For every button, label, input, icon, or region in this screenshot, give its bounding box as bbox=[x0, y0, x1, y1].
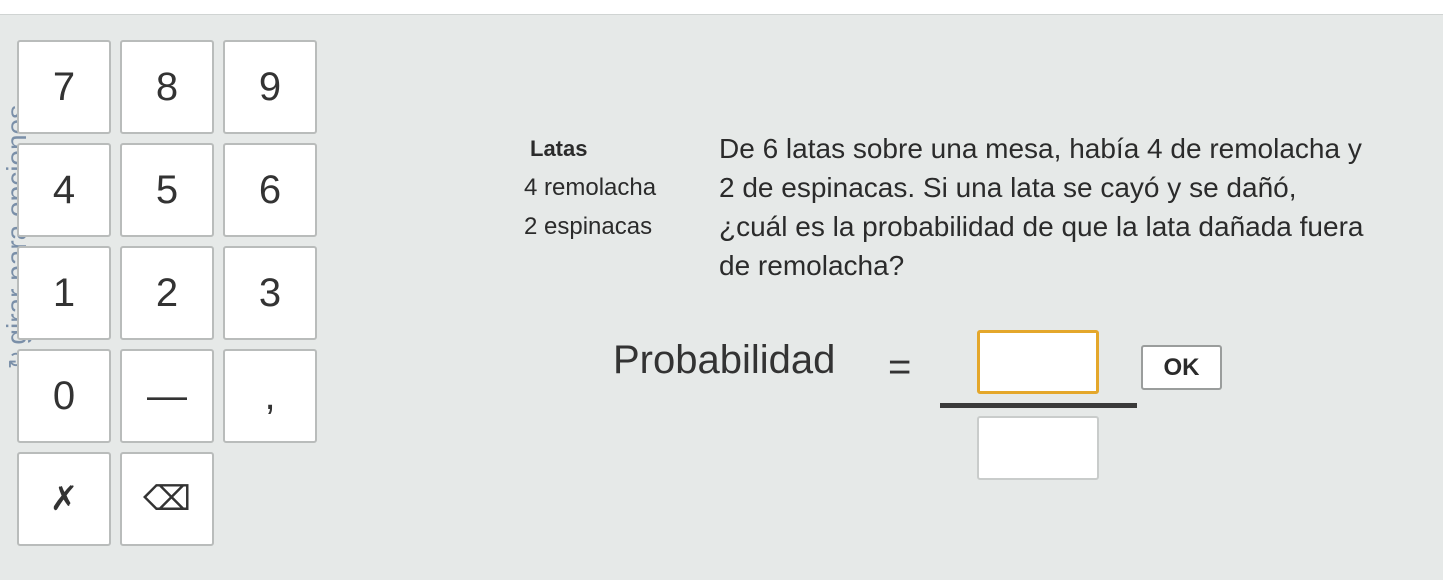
key-3[interactable]: 3 bbox=[223, 246, 317, 340]
main-panel: ↻ girar para opciones 7 8 9 4 5 6 1 2 3 … bbox=[0, 14, 1443, 580]
equals-sign: = bbox=[888, 345, 912, 389]
data-table: Latas 4 remolacha 2 espinacas bbox=[524, 129, 656, 246]
key-6[interactable]: 6 bbox=[223, 143, 317, 237]
key-2[interactable]: 2 bbox=[120, 246, 214, 340]
key-7[interactable]: 7 bbox=[17, 40, 111, 134]
table-row: 4 remolacha bbox=[524, 174, 657, 201]
key-1[interactable]: 1 bbox=[17, 246, 111, 340]
key-4[interactable]: 4 bbox=[17, 143, 111, 237]
denominator-input[interactable] bbox=[977, 416, 1099, 480]
ok-button[interactable]: OK bbox=[1141, 345, 1222, 390]
backspace-icon[interactable]: ⌫ bbox=[120, 452, 214, 546]
table-header: Latas bbox=[530, 136, 588, 161]
key-minus[interactable]: — bbox=[120, 349, 214, 443]
key-9[interactable]: 9 bbox=[223, 40, 317, 134]
key-5[interactable]: 5 bbox=[120, 143, 214, 237]
probability-label: Probabilidad bbox=[613, 338, 836, 382]
key-8[interactable]: 8 bbox=[120, 40, 214, 134]
fraction-bar bbox=[940, 403, 1137, 408]
key-0[interactable]: 0 bbox=[17, 349, 111, 443]
key-comma[interactable]: , bbox=[223, 349, 317, 443]
question-text: De 6 latas sobre una mesa, había 4 de re… bbox=[719, 133, 1364, 281]
clear-icon[interactable]: ✗ bbox=[17, 452, 111, 546]
table-row: 2 espinacas bbox=[524, 213, 653, 240]
numerator-input[interactable] bbox=[977, 330, 1099, 394]
